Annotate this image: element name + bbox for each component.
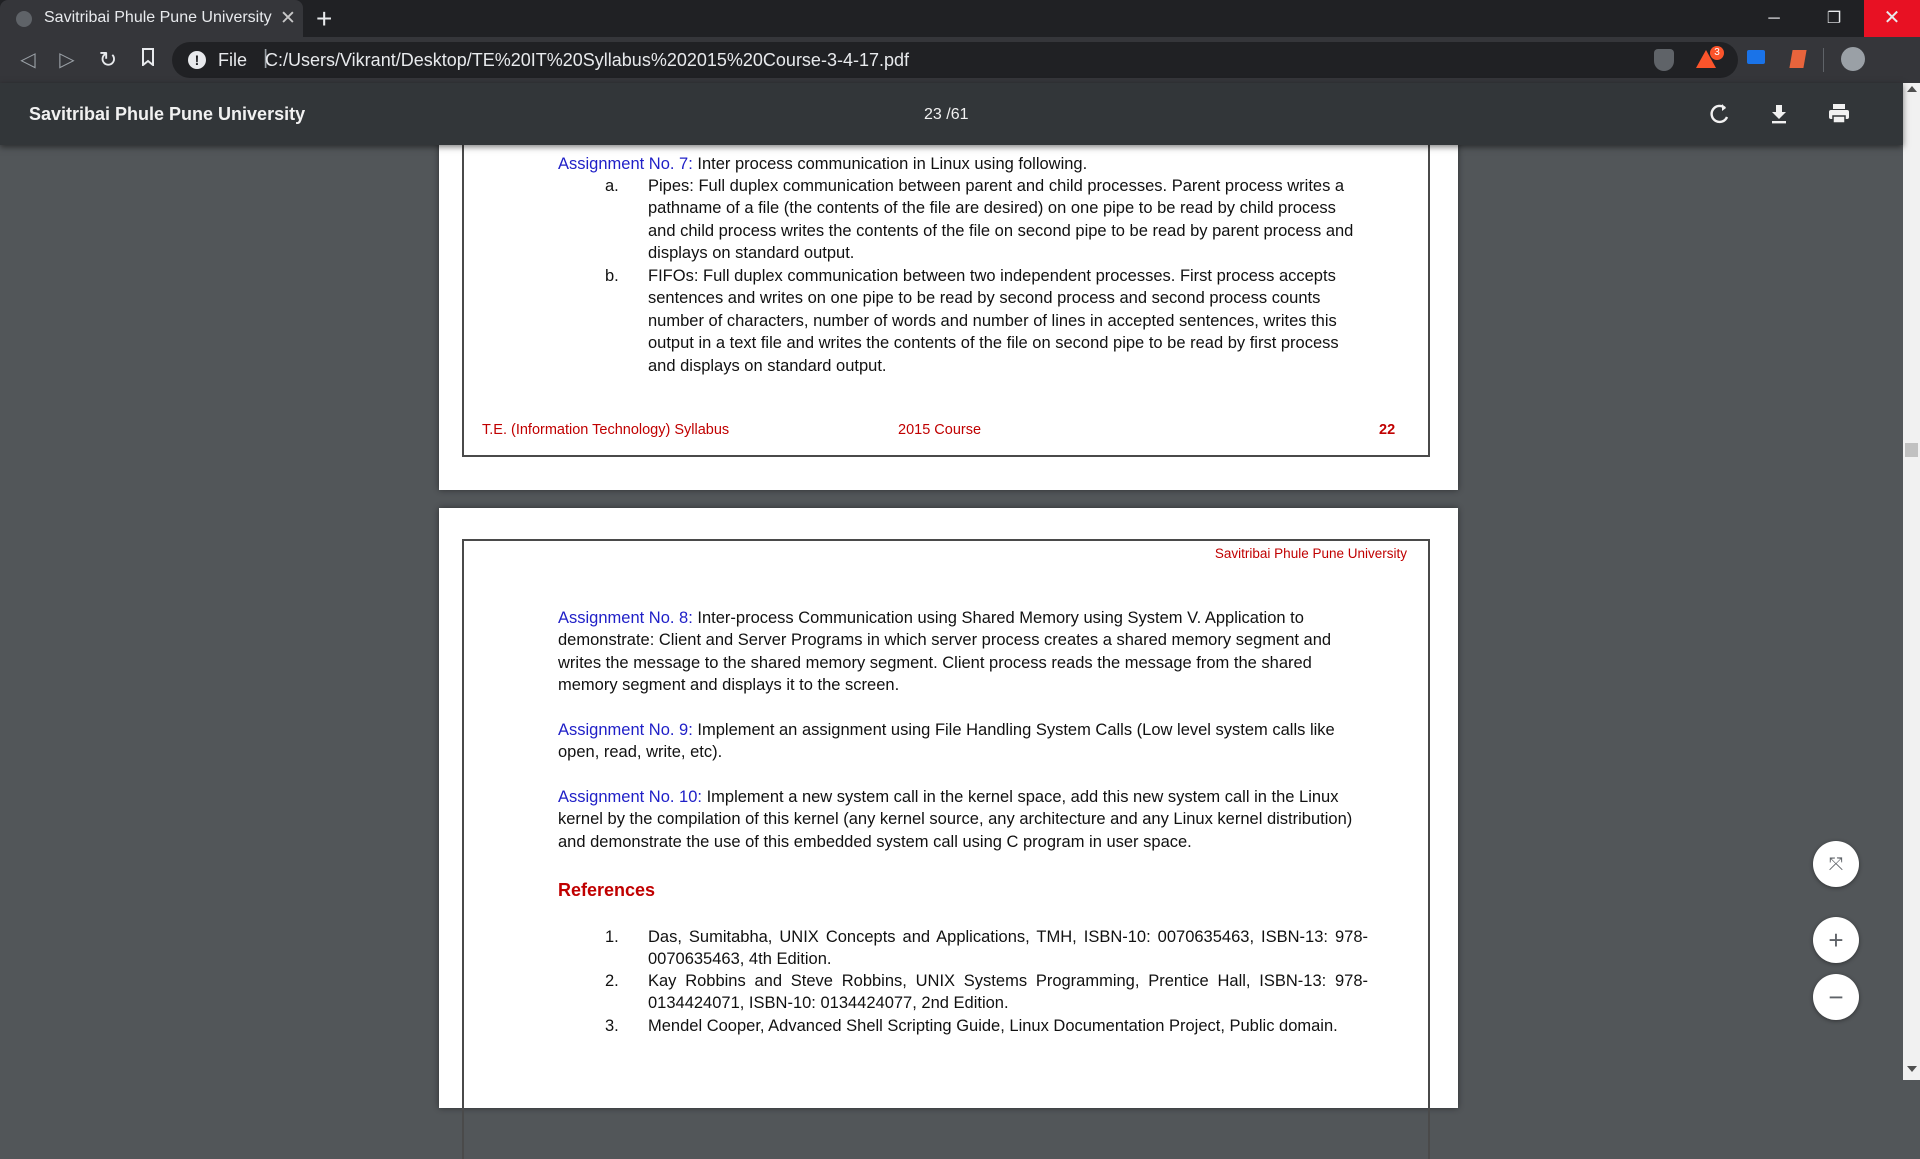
url-text[interactable]: C:/Users/Vikrant/Desktop/TE%20IT%20Sylla… [265, 50, 909, 71]
bookmark-icon[interactable] [134, 46, 162, 74]
bookmark-icon-shape [142, 48, 154, 68]
reference-item: Das, Sumitabha, UNIX Concepts and Applic… [648, 928, 1368, 969]
window-close-button[interactable]: ✕ [1864, 0, 1920, 37]
assignment-8: Assignment No. 8: Inter-process Communic… [558, 607, 1368, 697]
footer-page-number: 22 [1379, 422, 1396, 438]
assignment-label: Assignment No. 7: [558, 155, 693, 173]
zoom-in-button[interactable]: + [1813, 917, 1859, 963]
download-icon-shape [1772, 105, 1786, 124]
profile-avatar[interactable] [1841, 47, 1865, 71]
toolbar-divider [1823, 48, 1824, 72]
restore-button[interactable]: ❐ [1804, 0, 1864, 37]
scroll-thumb[interactable] [1905, 443, 1918, 457]
fit-to-page-button[interactable]: ⤧ [1813, 841, 1859, 887]
address-bar[interactable]: ! File | C:/Users/Vikrant/Desktop/TE%20I… [172, 42, 1738, 78]
list-marker: a. [605, 177, 619, 195]
browser-tab[interactable]: Savitribai Phule Pune University ✕ [0, 0, 303, 37]
footer-left: T.E. (Information Technology) Syllabus [482, 422, 730, 438]
back-button[interactable]: ◁ [14, 46, 42, 74]
browser-toolbar: ◁ ▷ ↻ ! File | C:/Users/Vikrant/Desktop/… [0, 37, 1920, 107]
reference-item: Mendel Cooper, Advanced Shell Scripting … [648, 1017, 1338, 1035]
minimize-button[interactable]: ─ [1744, 0, 1804, 37]
reload-button[interactable]: ↻ [94, 46, 122, 74]
assignment-label: Assignment No. 9: [558, 721, 693, 739]
rotate-icon[interactable] [1703, 97, 1737, 131]
assignment-10: Assignment No. 10: Implement a new syste… [558, 786, 1368, 853]
brave-rewards-icon[interactable]: 3 [1696, 46, 1724, 68]
new-tab-button[interactable]: + [316, 3, 332, 35]
forward-button[interactable]: ▷ [53, 46, 81, 74]
tab-strip: Savitribai Phule Pune University ✕ + ─ ❐… [0, 0, 1920, 37]
globe-icon [16, 11, 32, 27]
footer-center: 2015 Course [898, 422, 982, 438]
url-scheme-label: File [218, 50, 248, 70]
list-marker: 1. [605, 928, 619, 946]
scroll-up-arrow[interactable] [1907, 86, 1917, 92]
tab-title: Savitribai Phule Pune University [44, 9, 272, 26]
list-marker: 2. [605, 972, 619, 990]
pdf-page: Savitribai Phule Pune University Assignm… [439, 508, 1458, 1159]
reference-item: Kay Robbins and Steve Robbins, UNIX Syst… [648, 972, 1368, 1013]
brave-shields-icon[interactable] [1654, 49, 1674, 71]
vertical-scrollbar[interactable] [1903, 83, 1920, 1080]
scroll-down-arrow[interactable] [1907, 1066, 1917, 1072]
pdf-toolbar: Savitribai Phule Pune University 23 /61 [0, 83, 1903, 145]
rotate-icon-shape [1710, 104, 1729, 124]
pdf-page: Assignment No. 7: Inter process communic… [439, 100, 1458, 490]
assignment-label: Assignment No. 10: [558, 788, 702, 806]
tab-close-icon[interactable]: ✕ [280, 7, 296, 30]
assignment-label: Assignment No. 8: [558, 609, 693, 627]
list-marker: 3. [605, 1017, 619, 1035]
assignment-7: Assignment No. 7: Inter process communic… [558, 153, 1368, 175]
page-header: Savitribai Phule Pune University [1214, 546, 1407, 561]
download-icon[interactable] [1762, 97, 1796, 131]
list-item: Pipes: Full duplex communication between… [648, 177, 1354, 263]
site-info-icon[interactable]: ! [188, 51, 206, 69]
assignment-9: Assignment No. 9: Implement an assignmen… [558, 719, 1368, 764]
print-icon-shape [1829, 104, 1849, 124]
extension-icon[interactable] [1747, 50, 1765, 64]
list-item: FIFOs: Full duplex communication between… [648, 267, 1339, 375]
references-heading: References [558, 880, 656, 900]
rewards-badge: 3 [1710, 46, 1724, 60]
document-title: Savitribai Phule Pune University [29, 104, 306, 124]
page-indicator[interactable]: 23 /61 [924, 106, 968, 124]
print-icon[interactable] [1822, 97, 1856, 131]
zoom-out-button[interactable]: − [1813, 974, 1859, 1020]
assignment-text: Inter process communication in Linux usi… [692, 155, 1088, 173]
list-marker: b. [605, 267, 619, 285]
